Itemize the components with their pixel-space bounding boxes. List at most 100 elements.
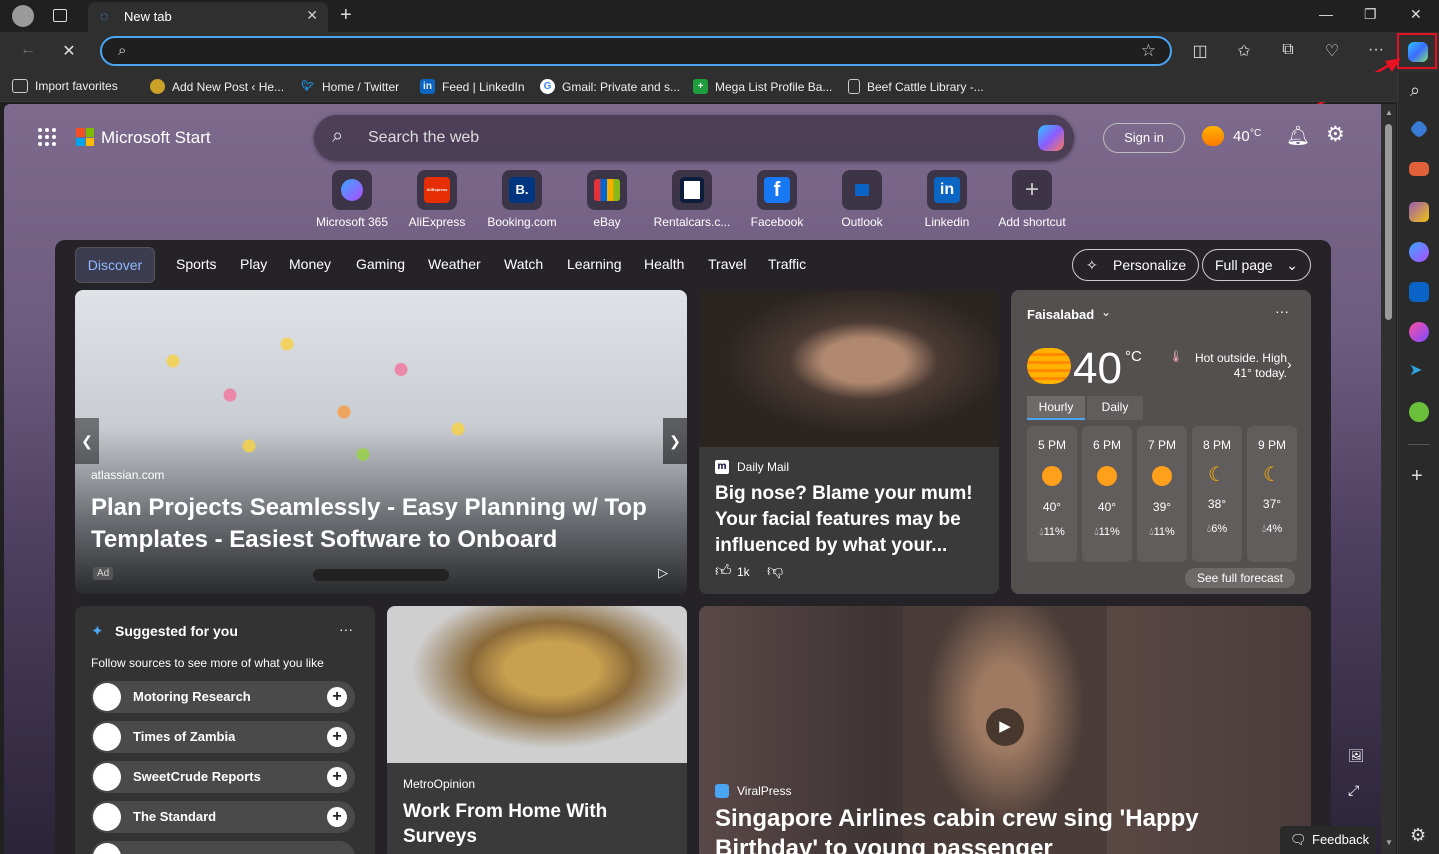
shopping-tag-icon[interactable]	[1409, 119, 1429, 139]
see-full-forecast-button[interactable]: See full forecast	[1185, 568, 1295, 588]
telegram-icon[interactable]: ➤	[1409, 360, 1422, 380]
feedback-button[interactable]: 🗨︎ Feedback	[1280, 826, 1376, 854]
tab-money[interactable]: Money	[289, 256, 331, 272]
notifications-icon[interactable]: 🔔︎	[1286, 124, 1310, 148]
tools-briefcase-icon[interactable]	[1409, 162, 1429, 176]
tab-actions-icon[interactable]	[53, 9, 67, 22]
games-icon[interactable]	[1409, 202, 1429, 222]
story-card-metroopinion[interactable]: MetroOpinion Work From Home With Surveys	[387, 606, 687, 854]
bookmark-beef-cattle[interactable]: Beef Cattle Library -...	[848, 79, 984, 94]
shortcut-facebook[interactable]: f Facebook	[735, 170, 819, 229]
page-scrollbar[interactable]: ▲ ▼	[1381, 104, 1396, 854]
follow-plus-icon[interactable]: +	[327, 727, 347, 747]
follow-item-partial[interactable]	[91, 841, 355, 854]
follow-plus-icon[interactable]: +	[327, 687, 347, 707]
shortcut-add[interactable]: + Add shortcut	[990, 170, 1074, 229]
tab-travel[interactable]: Travel	[708, 256, 746, 272]
favorite-star-icon[interactable]: ☆	[1141, 41, 1156, 61]
app-launcher-icon[interactable]	[38, 128, 56, 146]
suggested-more-icon[interactable]: ···	[339, 621, 353, 637]
hero-ad-card[interactable]: ❮ ❯ atlassian.com Plan Projects Seamless…	[75, 290, 687, 594]
shortcut-linkedin[interactable]: in Linkedin	[905, 170, 989, 229]
header-temp[interactable]: 40	[1233, 128, 1250, 145]
follow-item-motoring-research[interactable]: Motoring Research +	[91, 681, 355, 713]
hero-title[interactable]: Plan Projects Seamlessly - Easy Planning…	[91, 492, 651, 556]
tab-watch[interactable]: Watch	[504, 256, 543, 272]
personalize-button[interactable]: ✧ Personalize	[1072, 249, 1200, 281]
tab-traffic[interactable]: Traffic	[768, 256, 806, 272]
tab-gaming[interactable]: Gaming	[356, 256, 405, 272]
shortcut-rentalcars[interactable]: Rentalcars.c...	[650, 170, 734, 229]
web-search-box[interactable]: ⌕ Search the web	[314, 115, 1074, 161]
like-icon[interactable]: 👍︎	[715, 562, 732, 581]
expand-icon[interactable]: ⤢	[1348, 782, 1359, 799]
dislike-icon[interactable]: 👎︎	[767, 562, 783, 581]
tree-icon[interactable]	[1409, 402, 1429, 422]
back-icon[interactable]: ←	[17, 41, 39, 59]
shortcut-microsoft-365[interactable]: Microsoft 365	[310, 170, 394, 229]
bookmark-gmail[interactable]: G Gmail: Private and s...	[540, 79, 680, 94]
play-icon[interactable]: ▷	[658, 565, 668, 581]
story1-title[interactable]: Big nose? Blame your mum! Your facial fe…	[715, 481, 985, 559]
weather-tab-hourly[interactable]: Hourly	[1027, 396, 1085, 420]
add-sidebar-app-icon[interactable]: +	[1411, 465, 1423, 488]
minimize-icon[interactable]: —	[1319, 6, 1333, 22]
weather-more-icon[interactable]: ···	[1275, 303, 1289, 319]
image-info-icon[interactable]: 🖼︎	[1348, 748, 1365, 764]
weather-tab-daily[interactable]: Daily	[1087, 396, 1143, 420]
stop-loading-icon[interactable]: ✕	[58, 41, 80, 61]
restore-icon[interactable]: ❐	[1364, 6, 1377, 23]
carousel-next-button[interactable]: ❯	[663, 418, 687, 464]
tab-discover[interactable]: Discover	[75, 247, 155, 283]
weather-city[interactable]: Faisalabad	[1027, 307, 1094, 322]
shortcut-booking[interactable]: B. Booking.com	[480, 170, 564, 229]
full-page-dropdown[interactable]: Full page ⌄	[1202, 249, 1311, 281]
story2-title[interactable]: Work From Home With Surveys	[403, 799, 663, 849]
brand-title[interactable]: Microsoft Start	[101, 128, 211, 148]
microsoft365-icon[interactable]	[1409, 242, 1429, 262]
split-screen-icon[interactable]: ◫	[1189, 41, 1211, 61]
chevron-down-icon[interactable]: ⌄	[1101, 305, 1111, 319]
shortcut-aliexpress[interactable]: AliExpress AliExpress	[395, 170, 479, 229]
shortcut-outlook[interactable]: Outlook	[820, 170, 904, 229]
sign-in-button[interactable]: Sign in	[1103, 123, 1185, 153]
tab-health[interactable]: Health	[644, 256, 684, 272]
play-video-button[interactable]: ▶	[986, 708, 1024, 746]
weather-card[interactable]: Faisalabad ⌄ ··· 40 °C 🌡︎ Hot outside. H…	[1011, 290, 1311, 594]
tab-new-tab[interactable]: ◌ New tab ✕	[88, 2, 328, 32]
story-card-daily-mail[interactable]: m Daily Mail Big nose? Blame your mum! Y…	[699, 290, 999, 594]
tab-sports[interactable]: Sports	[176, 256, 216, 272]
follow-plus-icon[interactable]: +	[327, 767, 347, 787]
story-card-viralpress[interactable]: ▶ ViralPress Singapore Airlines cabin cr…	[699, 606, 1311, 854]
tab-weather[interactable]: Weather	[428, 256, 481, 272]
copilot-icon[interactable]	[1038, 125, 1064, 151]
bookmark-mega-list[interactable]: + Mega List Profile Ba...	[693, 79, 832, 94]
shortcut-ebay[interactable]: eBay	[565, 170, 649, 229]
address-bar[interactable]: ⌕ ☆	[100, 36, 1172, 66]
bookmark-twitter[interactable]: 🐦︎ Home / Twitter	[300, 79, 399, 94]
tab-play[interactable]: Play	[240, 256, 267, 272]
story3-title[interactable]: Singapore Airlines cabin crew sing 'Happ…	[715, 804, 1305, 854]
close-tab-icon[interactable]: ✕	[306, 7, 318, 24]
carousel-dots[interactable]	[313, 569, 449, 581]
bookmark-import-favorites[interactable]: Import favorites	[12, 79, 118, 93]
scroll-thumb[interactable]	[1385, 124, 1392, 320]
carousel-prev-button[interactable]: ❮	[75, 418, 99, 464]
window-close-icon[interactable]: ✕	[1410, 6, 1422, 23]
outlook-icon[interactable]	[1409, 282, 1429, 302]
scroll-down-icon[interactable]: ▼	[1385, 838, 1393, 847]
scroll-up-icon[interactable]: ▲	[1385, 108, 1393, 117]
weather-sun-icon[interactable]	[1202, 126, 1224, 146]
sidebar-search-icon[interactable]: ⌕	[1410, 80, 1420, 101]
follow-item-the-standard[interactable]: The Standard +	[91, 801, 355, 833]
favorites-icon[interactable]: ✩	[1233, 41, 1255, 61]
profile-icon[interactable]	[12, 5, 34, 27]
settings-icon[interactable]: ⚙	[1326, 122, 1345, 147]
tab-learning[interactable]: Learning	[567, 256, 622, 272]
chevron-right-icon[interactable]: ›	[1287, 356, 1292, 372]
bookmark-add-new-post[interactable]: Add New Post ‹ He...	[150, 79, 284, 94]
bookmark-linkedin[interactable]: in Feed | LinkedIn	[420, 79, 525, 94]
new-tab-icon[interactable]: +	[340, 4, 352, 27]
sidebar-settings-icon[interactable]: ⚙	[1410, 825, 1426, 846]
designer-icon[interactable]	[1409, 322, 1429, 342]
